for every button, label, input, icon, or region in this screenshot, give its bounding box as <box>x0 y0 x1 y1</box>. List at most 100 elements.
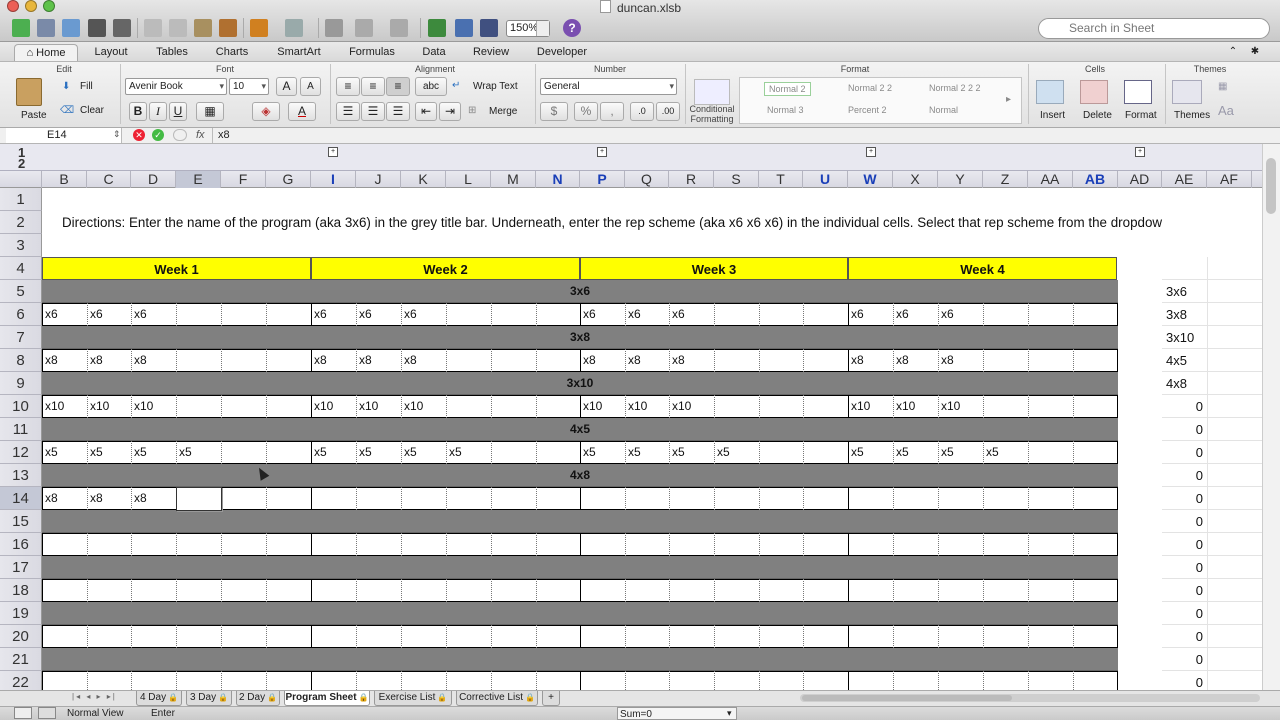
tab-developer[interactable]: Developer <box>528 44 596 61</box>
save-icon[interactable] <box>88 19 106 37</box>
font-size-select[interactable]: 10 <box>229 78 269 95</box>
rep-cell[interactable]: x5 <box>359 441 372 464</box>
row-header-6[interactable]: 6 <box>0 303 42 326</box>
filter-icon[interactable] <box>390 19 408 37</box>
row-header-4[interactable]: 4 <box>0 257 42 280</box>
ae-cell[interactable]: 4x5 <box>1166 349 1187 372</box>
insert-cells-icon[interactable] <box>1036 80 1064 104</box>
increase-font-icon[interactable]: A <box>276 77 297 96</box>
column-header-c[interactable]: C <box>87 171 131 188</box>
sheet-tab-4-day[interactable]: 4 Day 🔒 <box>136 691 182 706</box>
column-header-af[interactable]: AF <box>1207 171 1252 188</box>
fill-color-icon[interactable]: ◈ <box>252 102 280 121</box>
ae-cell[interactable]: 3x8 <box>1166 303 1187 326</box>
themes-button[interactable]: Themes <box>1174 109 1210 123</box>
ae-cell[interactable]: 0 <box>1162 395 1203 418</box>
row-header-9[interactable]: 9 <box>0 372 42 395</box>
column-header-s[interactable]: S <box>714 171 759 188</box>
row-header-19[interactable]: 19 <box>0 602 42 625</box>
rep-cell[interactable]: x10 <box>90 395 109 418</box>
print-icon[interactable] <box>113 19 131 37</box>
rep-cell[interactable]: x5 <box>583 441 596 464</box>
sheet-nav-icon[interactable]: |◂ ◂ ▸ ▸| <box>72 692 117 701</box>
decrease-indent-icon[interactable]: ⇤ <box>415 102 437 121</box>
program-title-bar[interactable] <box>42 648 1118 671</box>
rep-cell[interactable]: x10 <box>896 395 915 418</box>
close-window-icon[interactable] <box>7 0 19 12</box>
rep-cell[interactable]: x10 <box>941 395 960 418</box>
gallery-icon[interactable] <box>455 19 473 37</box>
paste-icon[interactable] <box>194 19 212 37</box>
program-title-bar[interactable] <box>42 602 1118 625</box>
ae-cell[interactable]: 4x8 <box>1166 372 1187 395</box>
rep-cell[interactable]: x5 <box>90 441 103 464</box>
font-color-button[interactable]: A <box>288 102 316 121</box>
sort-icon[interactable] <box>355 19 373 37</box>
decrease-decimal-icon[interactable]: .00 <box>656 102 680 121</box>
style-normal-3[interactable]: Normal 3 <box>767 105 804 115</box>
column-header-b[interactable]: B <box>42 171 87 188</box>
rep-cell[interactable]: x6 <box>851 303 864 326</box>
align-bottom-icon[interactable]: ≡ <box>386 77 410 96</box>
delete-cells-icon[interactable] <box>1080 80 1108 104</box>
sheet-tab-program-sheet[interactable]: Program Sheet 🔒 <box>284 691 370 706</box>
style-percent-2[interactable]: Percent 2 <box>848 105 887 115</box>
row-header-13[interactable]: 13 <box>0 464 42 487</box>
row-header-10[interactable]: 10 <box>0 395 42 418</box>
active-cell-e14[interactable] <box>176 487 222 511</box>
ae-cell[interactable]: 3x6 <box>1166 280 1187 303</box>
sum-menu-icon[interactable]: ▾ <box>727 707 732 720</box>
expand-group-icon[interactable]: + <box>597 147 607 157</box>
column-header-p[interactable]: P <box>580 171 625 188</box>
rep-cell[interactable]: x6 <box>628 303 641 326</box>
column-header-e[interactable]: E <box>176 171 221 188</box>
outline-level-2[interactable]: 2 <box>18 156 25 171</box>
undo-icon[interactable] <box>250 19 268 37</box>
column-header-f[interactable]: F <box>221 171 266 188</box>
ae-cell[interactable]: 0 <box>1162 648 1203 671</box>
style-normal[interactable]: Normal <box>929 105 958 115</box>
rep-cell[interactable]: x8 <box>134 349 147 372</box>
ae-cell[interactable]: 0 <box>1162 418 1203 441</box>
ae-cell[interactable]: 0 <box>1162 556 1203 579</box>
rep-cell[interactable]: x10 <box>628 395 647 418</box>
rep-cell[interactable]: x6 <box>672 303 685 326</box>
rep-cell[interactable]: x5 <box>986 441 999 464</box>
row-header-16[interactable]: 16 <box>0 533 42 556</box>
sheet-tab-2-day[interactable]: 2 Day 🔒 <box>236 691 280 706</box>
row-header-8[interactable]: 8 <box>0 349 42 372</box>
align-left-icon[interactable]: ☰ <box>336 102 360 121</box>
column-header-g[interactable]: G <box>266 171 311 188</box>
rep-cell[interactable]: x5 <box>672 441 685 464</box>
orientation-button[interactable]: abc <box>415 77 447 96</box>
rep-cell[interactable]: x8 <box>90 487 103 510</box>
comma-icon[interactable]: , <box>600 102 624 121</box>
row-header-3[interactable]: 3 <box>0 234 42 257</box>
rep-cell[interactable]: x5 <box>851 441 864 464</box>
format-cells-icon[interactable] <box>1124 80 1152 104</box>
ae-cell[interactable]: 0 <box>1162 464 1203 487</box>
merge-button[interactable]: Merge <box>489 105 517 119</box>
ae-cell[interactable]: 3x10 <box>1166 326 1194 349</box>
horizontal-scrollbar[interactable] <box>800 694 1260 702</box>
vertical-scrollbar[interactable] <box>1262 144 1280 690</box>
rep-cell[interactable]: x6 <box>896 303 909 326</box>
row-header-17[interactable]: 17 <box>0 556 42 579</box>
column-header-k[interactable]: K <box>401 171 446 188</box>
templates-icon[interactable] <box>37 19 55 37</box>
week-header[interactable]: Week 1 <box>42 257 311 280</box>
formula-input[interactable]: x8 <box>218 128 230 143</box>
redo-icon[interactable] <box>285 19 303 37</box>
ribbon-options-icon[interactable]: ✱ <box>1248 44 1262 61</box>
percent-icon[interactable]: % <box>574 102 598 121</box>
column-header-ad[interactable]: AD <box>1118 171 1162 188</box>
theme-colors-icon[interactable]: ▦ <box>1218 80 1227 94</box>
toolbox-icon[interactable] <box>480 19 498 37</box>
sum-status[interactable]: Sum=0 <box>617 707 737 720</box>
search-input[interactable]: Search in Sheet <box>1038 18 1270 39</box>
column-header-w[interactable]: W <box>848 171 893 188</box>
row-header-11[interactable]: 11 <box>0 418 42 441</box>
week-header[interactable]: Week 2 <box>311 257 580 280</box>
sheet-tab-exercise-list[interactable]: Exercise List 🔒 <box>374 691 452 706</box>
tab-charts[interactable]: Charts <box>205 44 259 61</box>
